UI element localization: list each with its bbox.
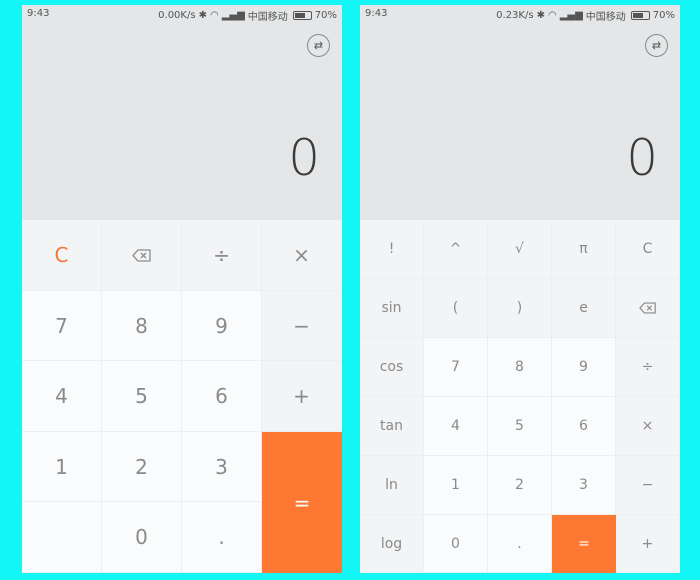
power-button[interactable]: ^: [424, 220, 488, 279]
wifi-icon: ◠: [547, 10, 557, 21]
swap-mode-button[interactable]: ⇄: [645, 34, 668, 57]
clear-button[interactable]: C: [22, 220, 102, 291]
keypad: C ÷ × 7 8 9 − 4 5 6 + 1 2 3 0 . =: [22, 220, 342, 573]
digit-1-button[interactable]: 1: [22, 432, 102, 502]
digit-9-button[interactable]: 9: [552, 338, 616, 397]
plus-button[interactable]: +: [262, 361, 342, 432]
divide-button[interactable]: ÷: [182, 220, 262, 291]
signal-icon: ▂▄▆: [221, 10, 245, 21]
tan-button[interactable]: tan: [360, 397, 424, 456]
display-area: 9:43 0.00K/s ✱ ◠ ▂▄▆ 中国移动 70% ⇄ 0: [22, 5, 342, 220]
multiply-button[interactable]: ×: [262, 220, 342, 291]
calculator-scientific-screen: 9:43 0.23K/s ✱ ◠ ▂▄▆ 中国移动 70% ⇄ 0 ! ^ √ …: [360, 5, 680, 573]
factorial-button[interactable]: !: [360, 220, 424, 279]
digit-7-button[interactable]: 7: [22, 291, 102, 361]
digit-0-button[interactable]: 0: [102, 502, 182, 573]
right-paren-button[interactable]: ): [488, 279, 552, 338]
status-time: 9:43: [27, 8, 50, 19]
wifi-icon: ◠: [209, 10, 219, 21]
backspace-icon: [131, 248, 151, 262]
divide-button[interactable]: ÷: [616, 338, 680, 397]
network-speed: 0.23K/s: [496, 10, 534, 21]
plus-button[interactable]: +: [616, 515, 680, 573]
digit-2-button[interactable]: 2: [488, 456, 552, 515]
empty-key: [22, 502, 102, 573]
digit-4-button[interactable]: 4: [424, 397, 488, 456]
backspace-button[interactable]: [102, 220, 182, 291]
digit-6-button[interactable]: 6: [182, 361, 262, 432]
backspace-icon: [638, 302, 656, 314]
e-button[interactable]: e: [552, 279, 616, 338]
digit-0-button[interactable]: 0: [424, 515, 488, 573]
digit-5-button[interactable]: 5: [102, 361, 182, 432]
left-paren-button[interactable]: (: [424, 279, 488, 338]
status-bar: 9:43 0.23K/s ✱ ◠ ▂▄▆ 中国移动 70%: [360, 5, 680, 23]
keypad: ! ^ √ π C sin ( ) e cos 7 8 9 ÷ tan 4 5 …: [360, 220, 680, 573]
minus-button[interactable]: −: [262, 291, 342, 361]
carrier-name: 中国移动: [585, 12, 626, 23]
decimal-button[interactable]: .: [182, 502, 262, 573]
equals-button[interactable]: =: [552, 515, 616, 573]
digit-6-button[interactable]: 6: [552, 397, 616, 456]
status-bar: 9:43 0.00K/s ✱ ◠ ▂▄▆ 中国移动 70%: [22, 5, 342, 23]
backspace-button[interactable]: [616, 279, 680, 338]
digit-2-button[interactable]: 2: [102, 432, 182, 502]
digit-9-button[interactable]: 9: [182, 291, 262, 361]
sin-button[interactable]: sin: [360, 279, 424, 338]
digit-7-button[interactable]: 7: [424, 338, 488, 397]
result-display: 0: [626, 129, 658, 187]
swap-mode-button[interactable]: ⇄: [307, 34, 330, 57]
digit-4-button[interactable]: 4: [22, 361, 102, 432]
digit-8-button[interactable]: 8: [488, 338, 552, 397]
battery-icon: [630, 11, 650, 20]
result-display: 0: [288, 129, 320, 187]
battery-icon: [292, 11, 312, 20]
minus-button[interactable]: −: [616, 456, 680, 515]
equals-button[interactable]: =: [262, 432, 342, 573]
swap-icon: ⇄: [313, 40, 324, 52]
multiply-button[interactable]: ×: [616, 397, 680, 456]
bluetooth-icon: ✱: [536, 10, 545, 21]
calculator-basic-screen: 9:43 0.00K/s ✱ ◠ ▂▄▆ 中国移动 70% ⇄ 0 C ÷ × …: [22, 5, 342, 573]
digit-3-button[interactable]: 3: [182, 432, 262, 502]
digit-3-button[interactable]: 3: [552, 456, 616, 515]
battery-percent: 70%: [314, 10, 337, 21]
digit-1-button[interactable]: 1: [424, 456, 488, 515]
carrier-name: 中国移动: [247, 12, 288, 23]
signal-icon: ▂▄▆: [559, 10, 583, 21]
log-button[interactable]: log: [360, 515, 424, 573]
display-area: 9:43 0.23K/s ✱ ◠ ▂▄▆ 中国移动 70% ⇄ 0: [360, 5, 680, 220]
digit-8-button[interactable]: 8: [102, 291, 182, 361]
sqrt-button[interactable]: √: [488, 220, 552, 279]
battery-percent: 70%: [652, 10, 675, 21]
bluetooth-icon: ✱: [198, 10, 207, 21]
cos-button[interactable]: cos: [360, 338, 424, 397]
ln-button[interactable]: ln: [360, 456, 424, 515]
pi-button[interactable]: π: [552, 220, 616, 279]
swap-icon: ⇄: [651, 40, 662, 52]
digit-5-button[interactable]: 5: [488, 397, 552, 456]
network-speed: 0.00K/s: [158, 10, 196, 21]
decimal-button[interactable]: .: [488, 515, 552, 573]
status-time: 9:43: [365, 8, 388, 19]
clear-button[interactable]: C: [616, 220, 680, 279]
